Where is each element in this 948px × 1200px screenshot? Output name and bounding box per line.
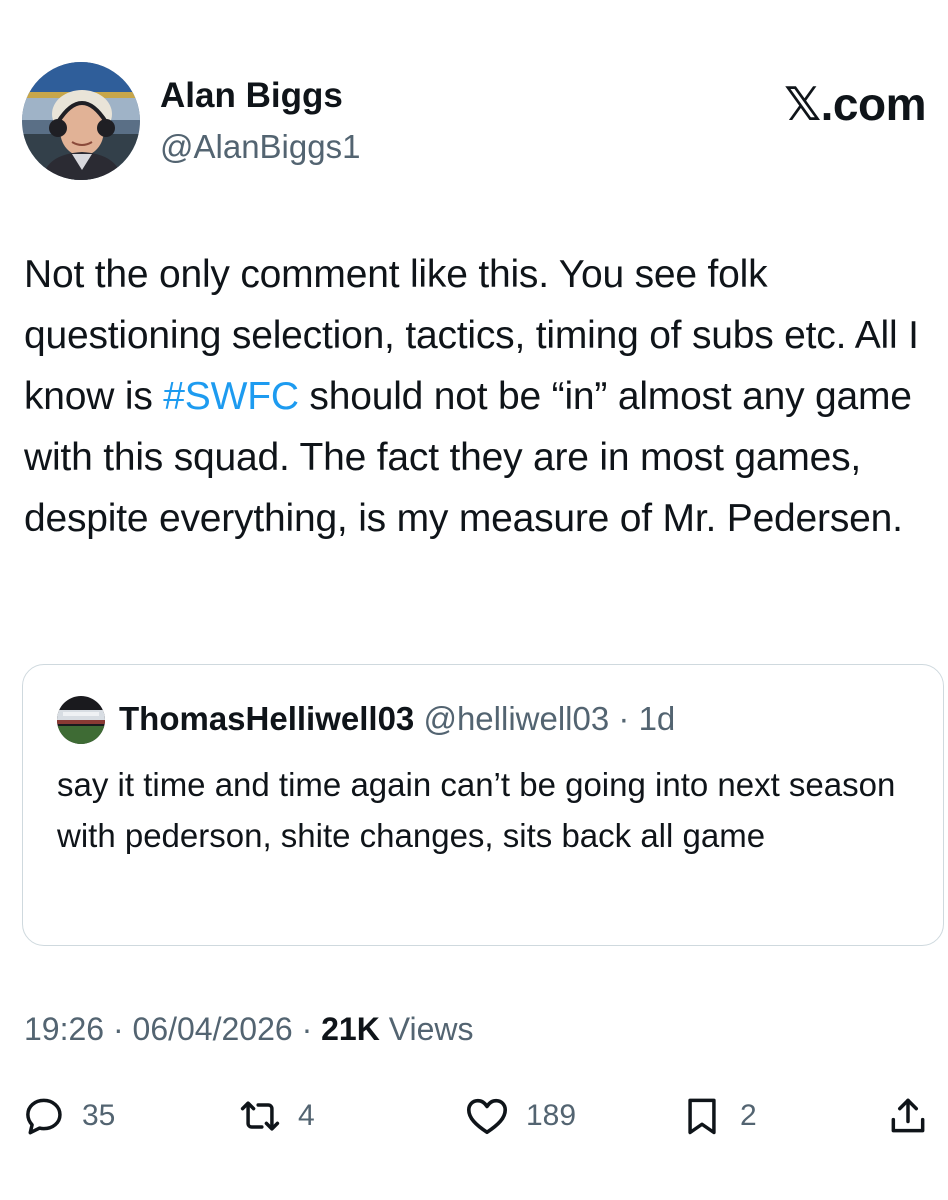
views-label: Views xyxy=(388,1011,474,1047)
author-avatar[interactable] xyxy=(22,62,140,180)
tweet-text: Not the only comment like this. You see … xyxy=(24,244,934,549)
heart-icon xyxy=(464,1093,510,1139)
share-icon xyxy=(886,1094,930,1138)
quoted-tweet-card[interactable]: ThomasHelliwell03 @helliwell03 · 1d say … xyxy=(22,664,944,946)
hashtag-link[interactable]: #SWFC xyxy=(163,375,299,418)
quote-author-name[interactable]: ThomasHelliwell03 xyxy=(119,700,414,737)
tweet-date[interactable]: 06/04/2026 xyxy=(133,1011,293,1047)
author-name[interactable]: Alan Biggs xyxy=(160,74,343,118)
like-count: 189 xyxy=(526,1099,577,1132)
quote-author-handle[interactable]: @helliwell03 xyxy=(423,700,609,737)
quote-separator: · xyxy=(618,700,630,737)
views-count: 21K xyxy=(321,1011,380,1047)
bookmark-count: 2 xyxy=(740,1099,757,1132)
meta-separator: · xyxy=(301,1011,313,1047)
tweet-time[interactable]: 19:26 xyxy=(24,1011,104,1047)
share-button[interactable] xyxy=(886,1088,930,1144)
repost-button[interactable]: 4 xyxy=(238,1088,315,1144)
quote-text: say it time and time again can’t be goin… xyxy=(57,766,896,854)
reply-button[interactable]: 35 xyxy=(22,1088,115,1144)
reply-icon xyxy=(22,1094,66,1138)
repost-icon xyxy=(238,1094,282,1138)
like-button[interactable]: 189 xyxy=(464,1088,576,1144)
meta-separator: · xyxy=(112,1011,124,1047)
quote-avatar[interactable] xyxy=(57,696,105,744)
reply-count: 35 xyxy=(82,1099,116,1132)
tweet-meta: 19:26 · 06/04/2026 · 21K Views xyxy=(24,1006,473,1052)
quote-header: ThomasHelliwell03 @helliwell03 · 1d xyxy=(119,697,675,741)
quote-timestamp[interactable]: 1d xyxy=(639,700,676,737)
author-handle[interactable]: @AlanBiggs1 xyxy=(160,126,360,168)
bookmark-icon xyxy=(680,1094,724,1138)
bookmark-button[interactable]: 2 xyxy=(680,1088,757,1144)
repost-count: 4 xyxy=(298,1099,315,1132)
x-logo-brand: 𝕏.com xyxy=(784,78,926,130)
